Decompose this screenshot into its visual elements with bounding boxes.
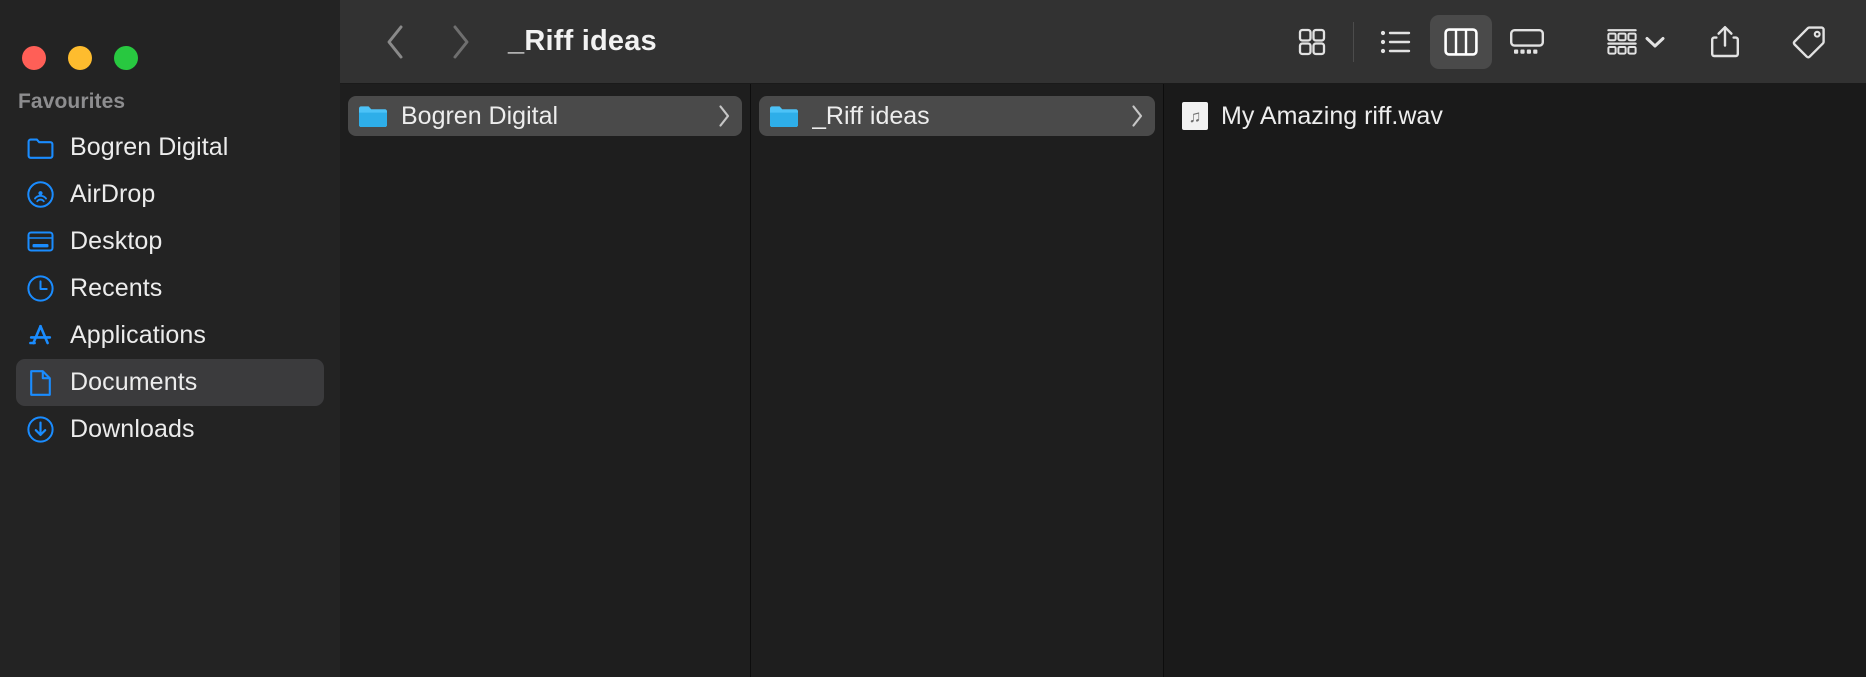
sidebar-empty-area bbox=[0, 453, 340, 677]
folder-icon bbox=[358, 103, 388, 129]
chevron-right-icon bbox=[1130, 104, 1145, 128]
chevron-down-icon bbox=[1645, 36, 1665, 47]
column-row-bogren-digital[interactable]: Bogren Digital bbox=[348, 96, 742, 136]
sidebar-item-label: Desktop bbox=[70, 227, 163, 255]
tag-icon bbox=[1792, 25, 1825, 58]
sidebar-item-bogren-digital[interactable]: Bogren Digital bbox=[16, 124, 324, 171]
clock-icon bbox=[26, 275, 54, 303]
share-icon bbox=[1711, 25, 1739, 57]
sidebar-list: Bogren Digital AirDrop Desktop Recents A… bbox=[0, 120, 340, 453]
sidebar-item-desktop[interactable]: Desktop bbox=[16, 218, 324, 265]
window-title: _Riff ideas bbox=[508, 25, 657, 57]
group-by-button[interactable] bbox=[1600, 15, 1672, 69]
column-1: Bogren Digital bbox=[340, 84, 751, 677]
sidebar-item-label: Downloads bbox=[70, 415, 195, 443]
close-button[interactable] bbox=[22, 46, 46, 70]
sidebar-item-label: Bogren Digital bbox=[70, 133, 229, 161]
sidebar-item-label: AirDrop bbox=[70, 180, 156, 208]
window-controls bbox=[0, 0, 340, 84]
view-mode-group bbox=[1281, 14, 1558, 69]
column-3: ♫ My Amazing riff.wav bbox=[1164, 84, 1866, 677]
folder-icon bbox=[26, 134, 54, 162]
column-row-label: Bogren Digital bbox=[401, 101, 559, 130]
maximize-button[interactable] bbox=[114, 46, 138, 70]
sidebar-item-documents[interactable]: Documents bbox=[16, 359, 324, 406]
column-row-label: _Riff ideas bbox=[812, 101, 930, 130]
document-icon bbox=[26, 369, 54, 397]
back-button[interactable] bbox=[370, 16, 422, 68]
column-2: _Riff ideas bbox=[751, 84, 1164, 677]
column-view-button[interactable] bbox=[1430, 14, 1492, 69]
sidebar-item-label: Recents bbox=[70, 274, 163, 302]
sidebar: Favourites Bogren Digital AirDrop Deskto… bbox=[0, 0, 340, 677]
column-browser: Bogren Digital _Riff ideas ♫ My Amazing … bbox=[340, 84, 1866, 677]
column-row-label: My Amazing riff.wav bbox=[1221, 101, 1443, 130]
minimize-button[interactable] bbox=[68, 46, 92, 70]
group-icon bbox=[1607, 28, 1637, 55]
folder-icon bbox=[769, 103, 799, 129]
sidebar-item-airdrop[interactable]: AirDrop bbox=[16, 171, 324, 218]
column-row-my-amazing-riff[interactable]: ♫ My Amazing riff.wav bbox=[1172, 96, 1858, 136]
audio-file-icon: ♫ bbox=[1182, 102, 1208, 130]
sidebar-item-downloads[interactable]: Downloads bbox=[16, 406, 324, 453]
sidebar-item-recents[interactable]: Recents bbox=[16, 265, 324, 312]
applications-icon bbox=[26, 322, 54, 350]
list-view-button[interactable] bbox=[1364, 15, 1426, 69]
main-area: _Riff ideas Bogren Digital _Riff ideas ♫… bbox=[340, 0, 1866, 677]
share-button[interactable] bbox=[1694, 15, 1756, 69]
toolbar: _Riff ideas bbox=[340, 0, 1866, 84]
tags-button[interactable] bbox=[1778, 15, 1840, 69]
download-icon bbox=[26, 416, 54, 444]
forward-button[interactable] bbox=[434, 16, 486, 68]
chevron-right-icon bbox=[717, 104, 732, 128]
sidebar-item-label: Documents bbox=[70, 368, 198, 396]
sidebar-item-applications[interactable]: Applications bbox=[16, 312, 324, 359]
finder-window: Favourites Bogren Digital AirDrop Deskto… bbox=[0, 0, 1866, 677]
icon-view-button[interactable] bbox=[1281, 15, 1343, 69]
toolbar-divider bbox=[1353, 21, 1354, 62]
sidebar-section-title: Favourites bbox=[18, 90, 126, 113]
sidebar-item-label: Applications bbox=[70, 321, 207, 349]
desktop-icon bbox=[26, 228, 54, 256]
airdrop-icon bbox=[26, 181, 54, 209]
column-row-riff-ideas[interactable]: _Riff ideas bbox=[759, 96, 1155, 136]
gallery-view-button[interactable] bbox=[1496, 15, 1558, 69]
